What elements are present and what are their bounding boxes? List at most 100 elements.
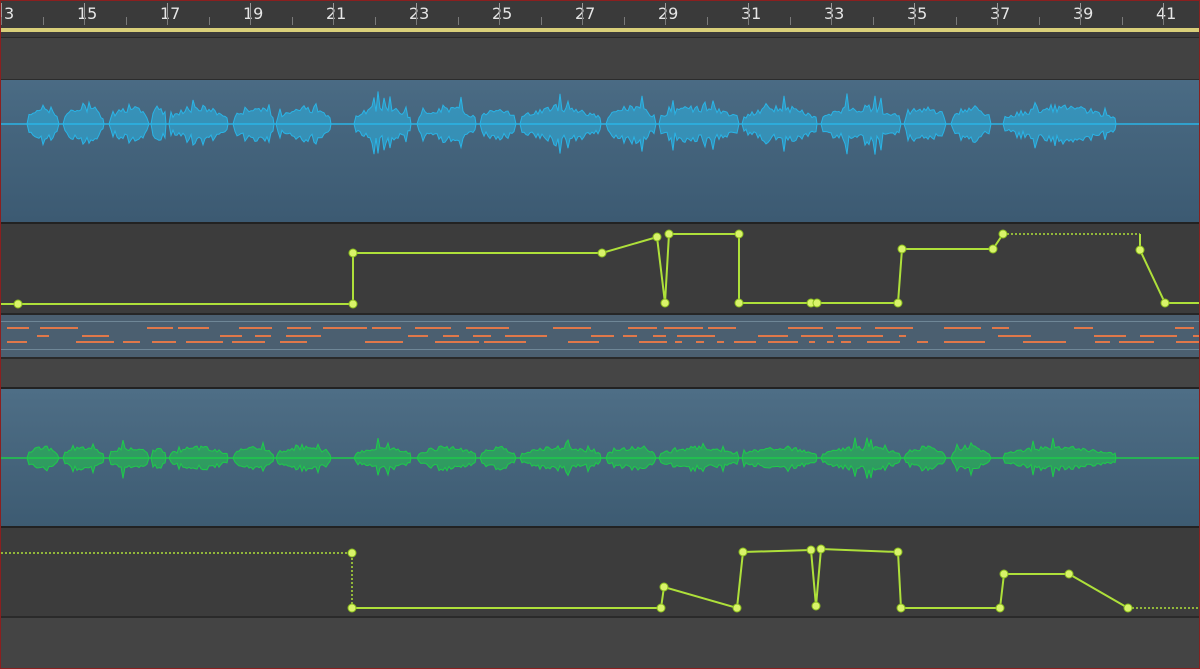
envelope-point[interactable] xyxy=(738,547,748,557)
midi-note[interactable] xyxy=(591,335,614,337)
envelope-point[interactable] xyxy=(811,601,821,611)
midi-note[interactable] xyxy=(443,335,459,337)
automation-envelope-1[interactable] xyxy=(1,224,1200,314)
midi-note[interactable] xyxy=(435,341,479,343)
midi-note[interactable] xyxy=(40,327,78,329)
midi-note[interactable] xyxy=(809,341,815,343)
midi-note[interactable] xyxy=(875,327,913,329)
midi-note[interactable] xyxy=(917,341,928,343)
midi-note[interactable] xyxy=(372,327,401,329)
midi-note[interactable] xyxy=(82,335,109,337)
midi-note[interactable] xyxy=(696,341,704,343)
midi-note[interactable] xyxy=(1175,327,1194,329)
envelope-point[interactable] xyxy=(812,298,822,308)
envelope-point[interactable] xyxy=(806,545,816,555)
envelope-point[interactable] xyxy=(348,248,358,258)
midi-note[interactable] xyxy=(37,335,49,337)
midi-note[interactable] xyxy=(708,327,736,329)
envelope-point[interactable] xyxy=(998,229,1008,239)
envelope-point[interactable] xyxy=(1064,569,1074,579)
midi-note[interactable] xyxy=(255,335,271,337)
midi-note[interactable] xyxy=(7,327,29,329)
envelope-point[interactable] xyxy=(347,603,357,613)
midi-note[interactable] xyxy=(1119,341,1154,343)
midi-note[interactable] xyxy=(484,341,526,343)
midi-note[interactable] xyxy=(836,327,861,329)
loop-range-bar[interactable] xyxy=(1,28,1199,32)
midi-note[interactable] xyxy=(568,341,599,343)
midi-note[interactable] xyxy=(734,341,756,343)
midi-note[interactable] xyxy=(675,341,682,343)
midi-note[interactable] xyxy=(553,327,591,329)
midi-note[interactable] xyxy=(239,327,272,329)
automation-lane-2[interactable] xyxy=(1,526,1200,618)
midi-note[interactable] xyxy=(1074,327,1093,329)
midi-note[interactable] xyxy=(1023,341,1066,343)
envelope-point[interactable] xyxy=(1160,298,1170,308)
midi-note[interactable] xyxy=(178,327,209,329)
midi-note[interactable] xyxy=(1176,341,1200,343)
audio-clip-track-1[interactable] xyxy=(1,79,1199,222)
envelope-point[interactable] xyxy=(734,298,744,308)
midi-note[interactable] xyxy=(1094,335,1126,337)
midi-note[interactable] xyxy=(152,341,176,343)
midi-note[interactable] xyxy=(280,341,307,343)
midi-note[interactable] xyxy=(998,335,1031,337)
midi-note[interactable] xyxy=(7,341,27,343)
midi-note[interactable] xyxy=(623,335,637,337)
envelope-point[interactable] xyxy=(999,569,1009,579)
midi-note[interactable] xyxy=(287,327,311,329)
envelope-point[interactable] xyxy=(1135,245,1145,255)
midi-note-lane[interactable] xyxy=(1,313,1200,359)
envelope-point[interactable] xyxy=(597,248,607,258)
envelope-point[interactable] xyxy=(897,244,907,254)
midi-note[interactable] xyxy=(473,335,491,337)
midi-note[interactable] xyxy=(123,341,140,343)
envelope-point[interactable] xyxy=(896,603,906,613)
midi-note[interactable] xyxy=(408,335,428,337)
envelope-point[interactable] xyxy=(348,299,358,309)
midi-note[interactable] xyxy=(186,341,223,343)
midi-note[interactable] xyxy=(827,341,834,343)
midi-note[interactable] xyxy=(232,341,265,343)
midi-note[interactable] xyxy=(867,341,900,343)
midi-note[interactable] xyxy=(677,335,715,337)
midi-note[interactable] xyxy=(944,341,985,343)
envelope-point[interactable] xyxy=(816,544,826,554)
midi-note[interactable] xyxy=(220,335,242,337)
timeline-ruler[interactable]: 3 15 17 19 21 23 25 27 29 31 33 35 37 39… xyxy=(1,1,1199,29)
envelope-point[interactable] xyxy=(652,232,662,242)
midi-note[interactable] xyxy=(944,327,981,329)
midi-note[interactable] xyxy=(992,327,1009,329)
midi-note[interactable] xyxy=(505,335,547,337)
midi-note[interactable] xyxy=(758,335,788,337)
envelope-point[interactable] xyxy=(656,603,666,613)
midi-note[interactable] xyxy=(717,341,724,343)
midi-note[interactable] xyxy=(768,341,798,343)
midi-note[interactable] xyxy=(323,327,367,329)
midi-note[interactable] xyxy=(466,327,509,329)
envelope-point[interactable] xyxy=(995,603,1005,613)
envelope-point[interactable] xyxy=(664,229,674,239)
midi-note[interactable] xyxy=(841,341,851,343)
envelope-point[interactable] xyxy=(893,298,903,308)
midi-note[interactable] xyxy=(415,327,451,329)
midi-note[interactable] xyxy=(899,335,906,337)
midi-note[interactable] xyxy=(628,327,657,329)
midi-note[interactable] xyxy=(1095,341,1110,343)
midi-note[interactable] xyxy=(1140,335,1177,337)
midi-note[interactable] xyxy=(1193,335,1200,337)
midi-note[interactable] xyxy=(801,335,833,337)
envelope-point[interactable] xyxy=(13,299,23,309)
automation-lane-1[interactable] xyxy=(1,222,1200,314)
automation-envelope-2[interactable] xyxy=(1,528,1200,618)
midi-note[interactable] xyxy=(788,327,823,329)
envelope-point[interactable] xyxy=(893,547,903,557)
envelope-point[interactable] xyxy=(988,244,998,254)
midi-note[interactable] xyxy=(365,341,403,343)
midi-note[interactable] xyxy=(147,327,173,329)
envelope-point[interactable] xyxy=(734,229,744,239)
envelope-point[interactable] xyxy=(1123,603,1133,613)
midi-note[interactable] xyxy=(838,335,883,337)
midi-note[interactable] xyxy=(76,341,114,343)
